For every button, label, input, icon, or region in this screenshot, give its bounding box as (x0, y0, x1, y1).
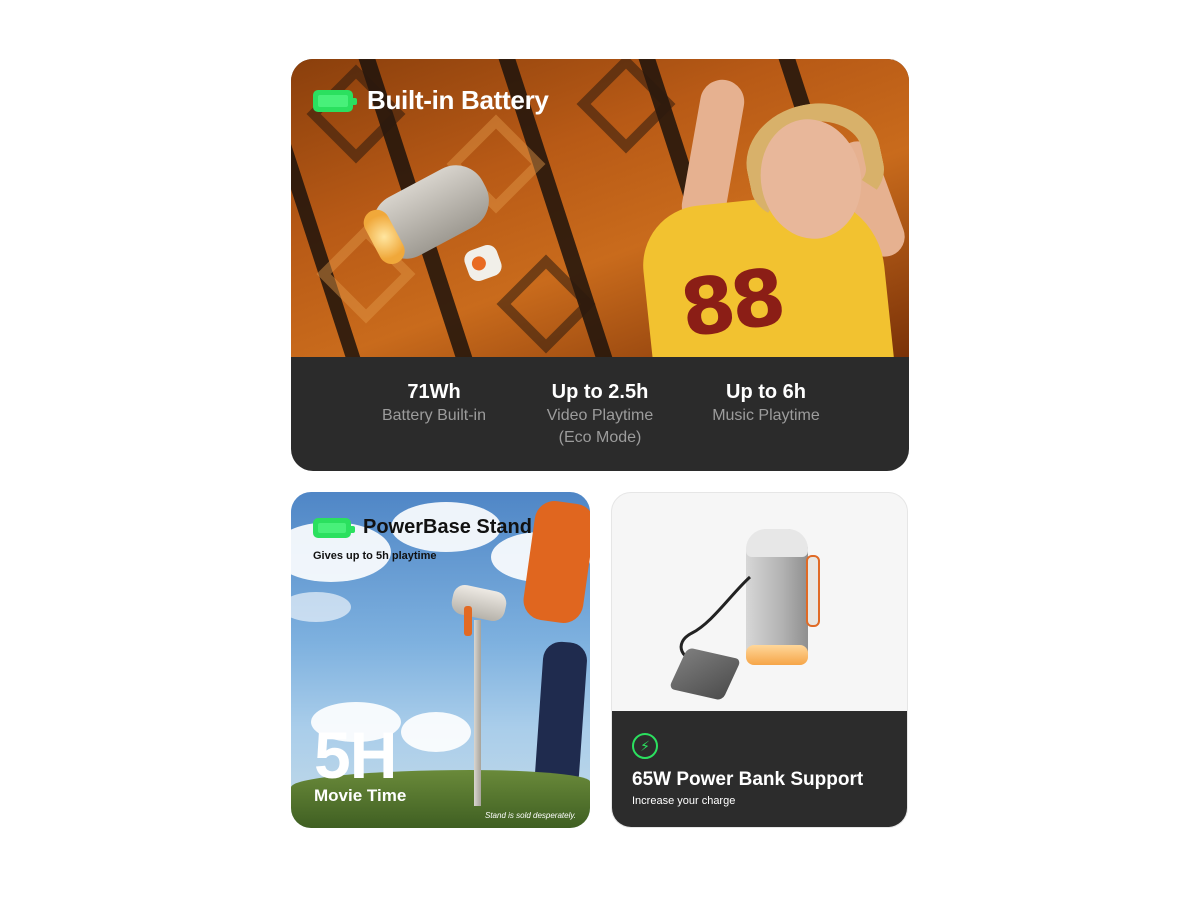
card-title-row: Built-in Battery (313, 85, 549, 116)
stat-video-playtime: Up to 2.5h Video Playtime (Eco Mode) (537, 379, 663, 471)
built-in-battery-card: 88 Built-in Battery 71Wh Battery Built-i… (291, 59, 909, 471)
stat-label-secondary: (Eco Mode) (558, 429, 642, 446)
battery-full-icon (313, 517, 355, 538)
power-bank-title: 65W Power Bank Support (632, 769, 864, 790)
lifestyle-photo-rug: 88 Built-in Battery (291, 59, 909, 357)
stat-battery-capacity: 71Wh Battery Built-in (371, 379, 497, 471)
stat-value: 71Wh (407, 381, 461, 403)
remote-image (461, 242, 505, 284)
lightning-bolt-icon: ⚡ (632, 733, 658, 759)
stat-label: Music Playtime (712, 407, 820, 424)
card-title: Built-in Battery (367, 85, 549, 115)
movie-time-label: Movie Time (314, 786, 407, 805)
stat-label: Battery Built-in (381, 407, 487, 424)
sold-separately-note: Stand is sold desperately. (484, 811, 576, 820)
stat-value: Up to 6h (726, 381, 806, 403)
movie-time-hours: 5H (314, 718, 397, 792)
battery-full-icon (313, 89, 357, 112)
power-bank-subtitle: Increase your charge (632, 795, 736, 807)
stat-label: Video Playtime (546, 407, 654, 424)
powerbase-title-row: PowerBase Stand (313, 516, 532, 539)
power-bank-info: ⚡ 65W Power Bank Support Increase your c… (612, 711, 907, 827)
battery-stats: 71Wh Battery Built-in Up to 2.5h Video P… (291, 357, 909, 471)
power-bank-card: ⚡ 65W Power Bank Support Increase your c… (611, 492, 908, 828)
powerbase-subtitle: Gives up to 5h playtime (313, 550, 437, 562)
projector-top-grille (746, 529, 808, 557)
stat-music-playtime: Up to 6h Music Playtime (703, 379, 829, 471)
stat-value: Up to 2.5h (551, 381, 649, 403)
powerbase-title: PowerBase Stand (363, 516, 532, 538)
